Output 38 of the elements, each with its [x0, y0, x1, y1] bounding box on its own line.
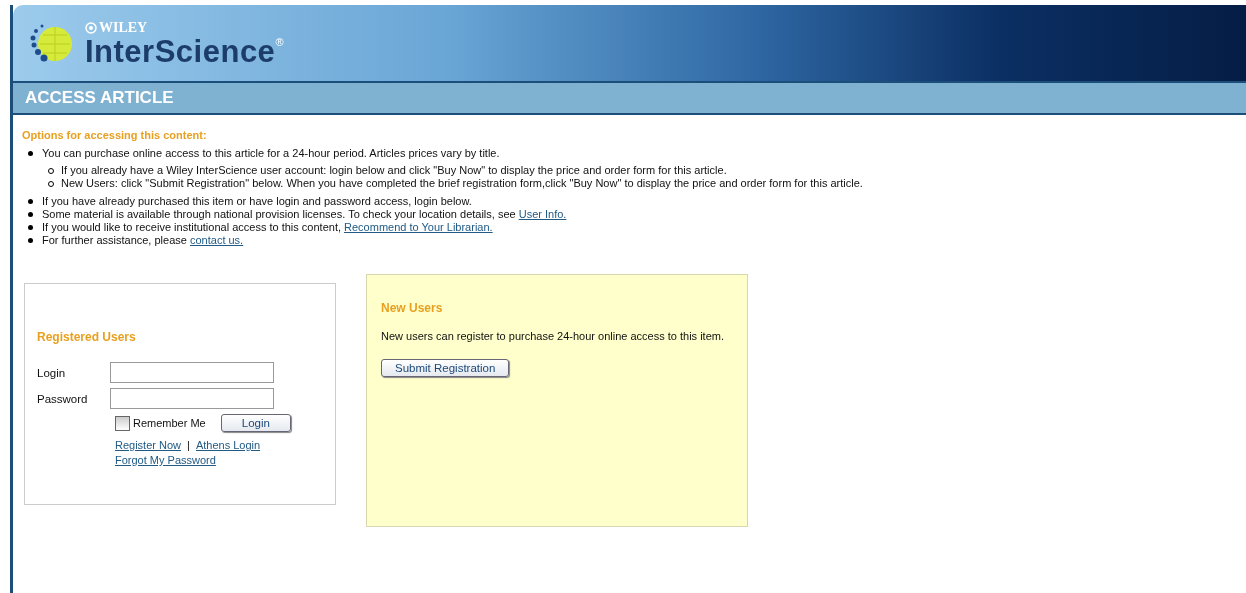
- submit-registration-button[interactable]: Submit Registration: [381, 359, 510, 377]
- text-link[interactable]: User Info.: [518, 208, 567, 220]
- text-link[interactable]: contact us.: [189, 234, 244, 246]
- option-text: You can purchase online access to this article for a 24-hour period. Articles prices vary by title.: [42, 147, 500, 159]
- bullet-icon: [28, 225, 33, 230]
- register-link[interactable]: Register Now: [115, 439, 182, 451]
- option-text: For further assistance, please contact us.: [42, 234, 244, 246]
- box-description: New users can register to purchase 24-hour online access to this item.: [381, 329, 725, 343]
- option-text: If you would like to receive institutional access to this content, Recommend to Your Librarian.: [42, 221, 493, 233]
- login-button[interactable]: Login: [220, 414, 291, 432]
- password-field[interactable]: [110, 388, 274, 409]
- link-separator: |: [187, 439, 190, 451]
- logo-mark-icon: [85, 21, 97, 34]
- bullet-icon: [28, 199, 33, 204]
- circle-bullet-icon: [48, 168, 54, 174]
- option-text: If you have already purchased this item or have login and password access, login below.: [42, 195, 472, 207]
- circle-bullet-icon: [48, 181, 54, 187]
- box-heading: New Users: [381, 301, 444, 315]
- box-heading: Registered Users: [37, 330, 137, 344]
- checkbox[interactable]: [115, 415, 130, 431]
- option-text: New Users: click "Submit Registration" below. When you have completed the brief registration form,click "Buy Now" to display the price and order form for this article.: [61, 177, 863, 189]
- field-label: Password: [37, 392, 89, 405]
- athens-login-link[interactable]: Athens Login: [195, 439, 261, 451]
- option-text: Some material is available through national provision licenses. To check your location details, see User Info.: [42, 208, 567, 220]
- text-link[interactable]: Recommend to Your Librarian.: [344, 221, 493, 233]
- bullet-icon: [28, 212, 33, 217]
- registered-mark: ®: [275, 35, 284, 48]
- option-text: If you already have a Wiley InterScience user account: login below and click "Buy Now" to display the price and order form for this article.: [61, 164, 727, 176]
- brand-text: WILEY: [99, 19, 148, 36]
- login-field[interactable]: [110, 362, 274, 383]
- bullet-icon: [28, 151, 33, 156]
- checkbox-label: Remember Me: [133, 417, 206, 429]
- section-title: ACCESS ARTICLE: [13, 81, 1246, 115]
- options-heading: Options for accessing this content:: [22, 129, 208, 141]
- brand-name: InterScience: [85, 33, 276, 69]
- bullet-icon: [28, 238, 33, 243]
- forgot-password-link[interactable]: Forgot My Password: [115, 454, 216, 466]
- field-label: Login: [37, 366, 67, 379]
